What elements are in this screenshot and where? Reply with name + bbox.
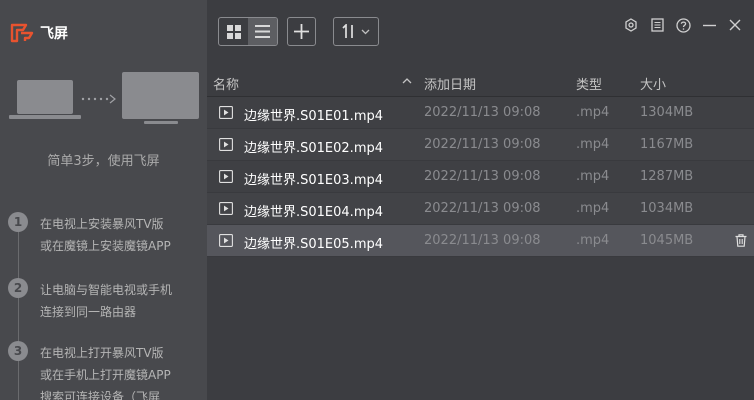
file-type: .mp4 xyxy=(576,105,610,120)
sidebar: 飞屏 简单3步，使用飞屏 1 在电视上安装暴风TV版 或在魔镜上安装魔镜APP … xyxy=(0,0,207,400)
app-name: 飞屏 xyxy=(40,26,68,42)
step-text-line: 或在手机上打开魔镜APP xyxy=(40,368,171,382)
table-row[interactable]: 边缘世界.S01E04.mp4 2022/11/13 09:08 .mp4 10… xyxy=(207,193,754,225)
file-size: 1034MB xyxy=(640,201,694,216)
dotted-arrow-icon xyxy=(81,94,116,104)
file-table: 名称 添加日期 类型 大小 边缘世界.S01E01.mp4 2022/11/13… xyxy=(207,67,754,257)
file-size: 1045MB xyxy=(640,233,694,248)
video-file-icon xyxy=(219,170,233,183)
step-text-line: 在电视上打开暴风TV版 xyxy=(40,346,164,360)
file-type: .mp4 xyxy=(576,201,610,216)
window-controls xyxy=(618,15,748,35)
settings-icon xyxy=(625,18,637,32)
file-size: 1304MB xyxy=(640,105,694,120)
table-body: 边缘世界.S01E01.mp4 2022/11/13 09:08 .mp4 13… xyxy=(207,97,754,257)
plus-icon xyxy=(294,24,309,39)
table-row[interactable]: 边缘世界.S01E02.mp4 2022/11/13 09:08 .mp4 11… xyxy=(207,129,754,161)
column-header-name[interactable]: 名称 xyxy=(213,74,239,93)
table-header: 名称 添加日期 类型 大小 xyxy=(207,67,754,97)
file-name: 边缘世界.S01E05.mp4 xyxy=(244,237,384,252)
step-number: 1 xyxy=(8,212,28,232)
tv-icon xyxy=(122,72,199,124)
grid-view-icon xyxy=(226,24,241,39)
file-date: 2022/11/13 09:08 xyxy=(424,169,541,184)
step-text-line: 或在魔镜上安装魔镜APP xyxy=(40,239,171,253)
table-row[interactable]: 边缘世界.S01E03.mp4 2022/11/13 09:08 .mp4 12… xyxy=(207,161,754,193)
video-file-icon xyxy=(219,138,233,151)
sort-icon xyxy=(342,24,353,38)
column-header-date[interactable]: 添加日期 xyxy=(424,74,476,93)
step-number: 2 xyxy=(8,278,28,298)
close-button[interactable] xyxy=(722,15,748,35)
video-file-icon xyxy=(219,234,233,247)
video-file-icon xyxy=(219,202,233,215)
sort-dropdown-button[interactable] xyxy=(333,17,379,46)
column-header-size[interactable]: 大小 xyxy=(640,74,666,93)
file-date: 2022/11/13 09:08 xyxy=(424,137,541,152)
file-type: .mp4 xyxy=(576,137,610,152)
file-name: 边缘世界.S01E02.mp4 xyxy=(244,141,384,156)
notes-button[interactable] xyxy=(644,15,670,35)
feiping-logo-icon xyxy=(10,23,34,43)
list-view-button[interactable] xyxy=(248,18,277,45)
add-file-button[interactable] xyxy=(287,17,316,46)
chevron-down-icon xyxy=(361,29,370,34)
file-name: 边缘世界.S01E01.mp4 xyxy=(244,109,384,124)
help-button[interactable] xyxy=(670,15,696,35)
file-date: 2022/11/13 09:08 xyxy=(424,105,541,120)
minimize-icon xyxy=(702,24,716,26)
step-text-line: 连接到同一路由器 xyxy=(40,305,137,319)
view-toggle-group xyxy=(218,17,278,46)
file-type: .mp4 xyxy=(576,169,610,184)
file-date: 2022/11/13 09:08 xyxy=(424,233,541,248)
file-name: 边缘世界.S01E04.mp4 xyxy=(244,205,384,220)
step-text-line: 让电脑与智能电视或手机 xyxy=(40,283,173,297)
step-number: 3 xyxy=(8,341,28,361)
sidebar-title: 简单3步，使用飞屏 xyxy=(47,154,160,169)
step-text-line: 在电视上安装暴风TV版 xyxy=(40,217,164,231)
column-header-type[interactable]: 类型 xyxy=(576,74,602,93)
steps-connector-line xyxy=(18,224,19,400)
table-row[interactable]: 边缘世界.S01E01.mp4 2022/11/13 09:08 .mp4 13… xyxy=(207,97,754,129)
file-name: 边缘世界.S01E03.mp4 xyxy=(244,173,384,188)
settings-button[interactable] xyxy=(618,15,644,35)
help-icon xyxy=(675,17,691,33)
laptop-icon xyxy=(9,80,81,119)
trash-icon[interactable] xyxy=(735,234,747,247)
video-file-icon xyxy=(219,106,233,119)
table-row-selected[interactable]: 边缘世界.S01E05.mp4 2022/11/13 09:08 .mp4 10… xyxy=(207,225,754,257)
app-logo: 飞屏 xyxy=(10,22,68,44)
sort-ascending-icon xyxy=(402,78,412,84)
steps-list: 1 在电视上安装暴风TV版 或在魔镜上安装魔镜APP 2 让电脑与智能电视或手机… xyxy=(0,200,207,400)
toolbar xyxy=(207,0,754,64)
file-type: .mp4 xyxy=(576,233,610,248)
file-size: 1167MB xyxy=(640,137,694,152)
file-date: 2022/11/13 09:08 xyxy=(424,201,541,216)
minimize-button[interactable] xyxy=(696,15,722,35)
close-icon xyxy=(729,19,741,31)
notes-icon xyxy=(650,18,664,32)
step-text-line: 搜索可连接设备（飞屏 xyxy=(40,390,161,400)
list-view-icon xyxy=(255,25,270,38)
pc-to-tv-illustration xyxy=(9,72,199,124)
grid-view-button[interactable] xyxy=(219,18,248,45)
file-size: 1287MB xyxy=(640,169,694,184)
